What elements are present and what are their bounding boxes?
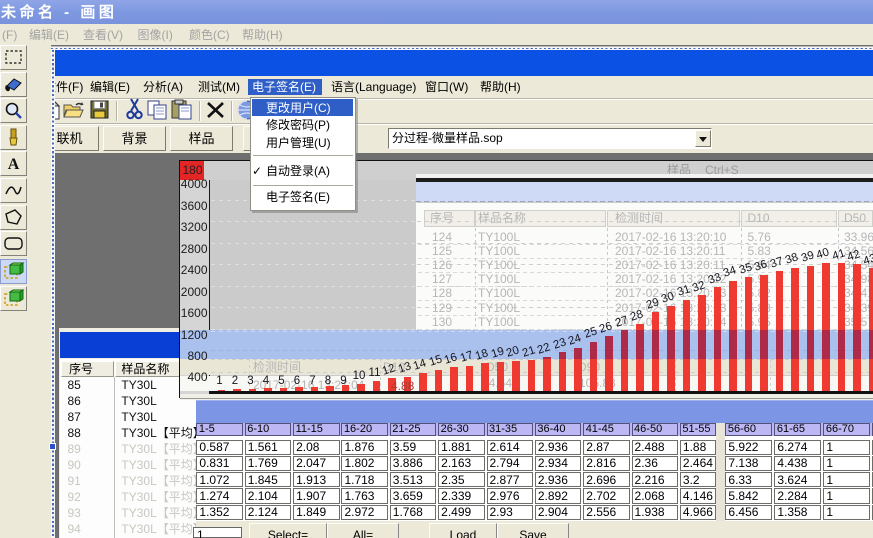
svg-text:A: A	[8, 156, 20, 173]
